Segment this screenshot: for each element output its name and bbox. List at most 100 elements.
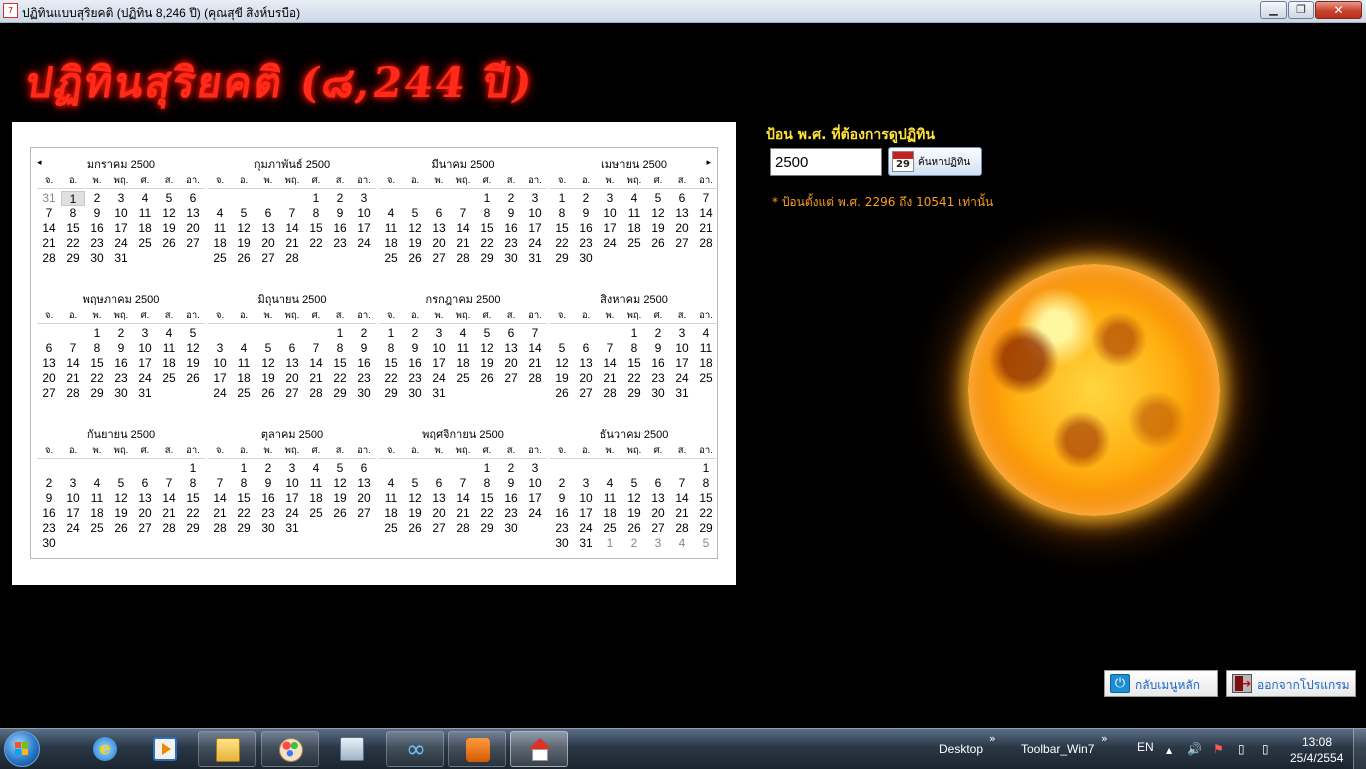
day-cell[interactable]: 8: [379, 341, 403, 356]
day-cell[interactable]: 6: [427, 206, 451, 221]
day-cell[interactable]: 24: [61, 521, 85, 536]
day-cell[interactable]: 27: [37, 386, 61, 401]
day-cell[interactable]: 11: [232, 356, 256, 371]
day-cell[interactable]: 13: [670, 206, 694, 221]
day-cell[interactable]: 27: [181, 236, 205, 251]
day-cell[interactable]: 9: [256, 476, 280, 491]
day-cell[interactable]: 1: [694, 461, 718, 476]
day-cell[interactable]: 22: [85, 371, 109, 386]
day-cell[interactable]: 21: [670, 506, 694, 521]
day-cell[interactable]: 17: [352, 221, 376, 236]
day-cell[interactable]: 18: [208, 236, 232, 251]
month-title[interactable]: กุมภาพันธ์ 2500: [208, 157, 376, 173]
day-cell[interactable]: 1: [475, 191, 499, 206]
month-title[interactable]: มกราคม 2500: [37, 157, 205, 173]
month-title[interactable]: มีนาคม 2500: [379, 157, 547, 173]
day-cell[interactable]: 9: [403, 341, 427, 356]
day-cell[interactable]: 9: [550, 491, 574, 506]
day-cell[interactable]: 20: [37, 371, 61, 386]
day-cell[interactable]: 9: [109, 341, 133, 356]
day-cell[interactable]: 8: [61, 206, 85, 221]
day-cell[interactable]: 30: [256, 521, 280, 536]
start-button[interactable]: [4, 731, 40, 767]
day-cell[interactable]: 14: [451, 491, 475, 506]
day-cell[interactable]: 29: [181, 521, 205, 536]
day-cell[interactable]: 24: [598, 236, 622, 251]
day-cell[interactable]: 8: [328, 341, 352, 356]
day-cell[interactable]: 18: [694, 356, 718, 371]
show-hidden-icons-icon[interactable]: ▲: [1166, 745, 1172, 757]
day-cell[interactable]: 3: [427, 326, 451, 341]
day-cell[interactable]: 14: [670, 491, 694, 506]
day-cell[interactable]: 27: [670, 236, 694, 251]
day-cell[interactable]: 12: [622, 491, 646, 506]
day-cell[interactable]: 12: [550, 356, 574, 371]
day-cell[interactable]: 9: [328, 206, 352, 221]
day-cell[interactable]: 20: [352, 491, 376, 506]
day-cell[interactable]: 1: [598, 536, 622, 551]
day-cell[interactable]: 19: [109, 506, 133, 521]
day-cell[interactable]: 2: [403, 326, 427, 341]
day-cell[interactable]: 5: [550, 341, 574, 356]
toolbar-win7-label[interactable]: Toolbar_Win7: [1021, 742, 1094, 756]
day-cell[interactable]: 19: [256, 371, 280, 386]
day-cell[interactable]: 31: [133, 386, 157, 401]
day-cell[interactable]: 16: [109, 356, 133, 371]
day-cell[interactable]: 24: [523, 506, 547, 521]
day-cell[interactable]: 30: [37, 536, 61, 551]
day-cell[interactable]: 6: [574, 341, 598, 356]
day-cell[interactable]: 10: [427, 341, 451, 356]
day-cell[interactable]: 3: [523, 191, 547, 206]
day-cell[interactable]: 23: [352, 371, 376, 386]
day-cell[interactable]: 5: [256, 341, 280, 356]
day-cell[interactable]: 4: [133, 191, 157, 206]
day-cell[interactable]: 23: [499, 506, 523, 521]
day-cell[interactable]: 2: [574, 191, 598, 206]
day-cell[interactable]: 3: [61, 476, 85, 491]
day-cell[interactable]: 11: [694, 341, 718, 356]
day-cell[interactable]: 8: [694, 476, 718, 491]
day-cell[interactable]: 14: [157, 491, 181, 506]
day-cell[interactable]: 13: [427, 221, 451, 236]
day-cell[interactable]: 2: [85, 191, 109, 206]
day-cell[interactable]: 4: [157, 326, 181, 341]
day-cell[interactable]: 19: [622, 506, 646, 521]
day-cell[interactable]: 2: [256, 461, 280, 476]
day-cell[interactable]: 15: [328, 356, 352, 371]
day-cell[interactable]: 2: [646, 326, 670, 341]
day-cell[interactable]: 25: [85, 521, 109, 536]
day-cell[interactable]: 23: [550, 521, 574, 536]
day-cell[interactable]: 21: [451, 506, 475, 521]
day-cell[interactable]: 22: [304, 236, 328, 251]
day-cell[interactable]: 5: [403, 476, 427, 491]
day-cell[interactable]: 13: [181, 206, 205, 221]
day-cell[interactable]: 20: [427, 236, 451, 251]
day-cell[interactable]: 27: [574, 386, 598, 401]
day-cell[interactable]: 23: [499, 236, 523, 251]
day-cell[interactable]: 19: [157, 221, 181, 236]
day-cell[interactable]: 16: [328, 221, 352, 236]
day-cell[interactable]: 26: [403, 251, 427, 266]
day-cell[interactable]: 25: [379, 521, 403, 536]
day-cell[interactable]: 31: [523, 251, 547, 266]
day-cell[interactable]: 7: [61, 341, 85, 356]
taskbar-infinity-app[interactable]: ∞: [386, 731, 444, 767]
day-cell[interactable]: 28: [157, 521, 181, 536]
day-cell[interactable]: 17: [523, 221, 547, 236]
day-cell[interactable]: 20: [181, 221, 205, 236]
day-cell[interactable]: 1: [85, 326, 109, 341]
day-cell[interactable]: 21: [208, 506, 232, 521]
day-cell[interactable]: 11: [379, 491, 403, 506]
day-cell[interactable]: 6: [646, 476, 670, 491]
day-cell[interactable]: 29: [475, 251, 499, 266]
day-cell[interactable]: 18: [232, 371, 256, 386]
day-cell[interactable]: 10: [523, 206, 547, 221]
day-cell[interactable]: 21: [451, 236, 475, 251]
day-cell[interactable]: 8: [622, 341, 646, 356]
day-cell[interactable]: 17: [523, 491, 547, 506]
day-cell[interactable]: 26: [181, 371, 205, 386]
day-cell[interactable]: 28: [598, 386, 622, 401]
day-cell[interactable]: 5: [109, 476, 133, 491]
day-cell[interactable]: 2: [550, 476, 574, 491]
day-cell[interactable]: 6: [670, 191, 694, 206]
